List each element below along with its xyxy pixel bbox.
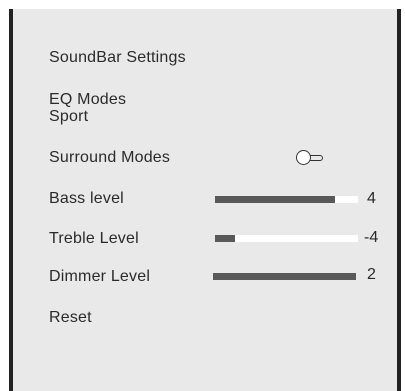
dimmer-level-item[interactable]: Dimmer Level	[49, 268, 150, 286]
bass-level-value: 4	[367, 190, 376, 207]
dimmer-level-fill	[213, 273, 356, 280]
bass-level-slider[interactable]	[215, 196, 358, 203]
toggle-knob	[296, 150, 311, 165]
dimmer-level-value: 2	[367, 266, 376, 283]
bass-level-fill	[215, 196, 336, 203]
eq-modes-item[interactable]: EQ Modes	[49, 91, 126, 108]
eq-modes-value: Sport	[49, 108, 89, 125]
bass-level-item[interactable]: Bass level	[49, 190, 124, 208]
surround-modes-toggle[interactable]	[296, 150, 324, 166]
dimmer-level-slider[interactable]	[213, 273, 356, 280]
treble-level-fill	[215, 235, 236, 242]
treble-level-value: -4	[364, 229, 379, 246]
menu-title: SoundBar Settings	[49, 49, 186, 66]
treble-level-slider[interactable]	[215, 235, 358, 242]
treble-level-item[interactable]: Treble Level	[49, 230, 139, 248]
reset-item[interactable]: Reset	[49, 309, 92, 327]
soundbar-settings-panel: SoundBar Settings EQ Modes Sport Surroun…	[9, 9, 401, 391]
surround-modes-item[interactable]: Surround Modes	[49, 149, 170, 167]
